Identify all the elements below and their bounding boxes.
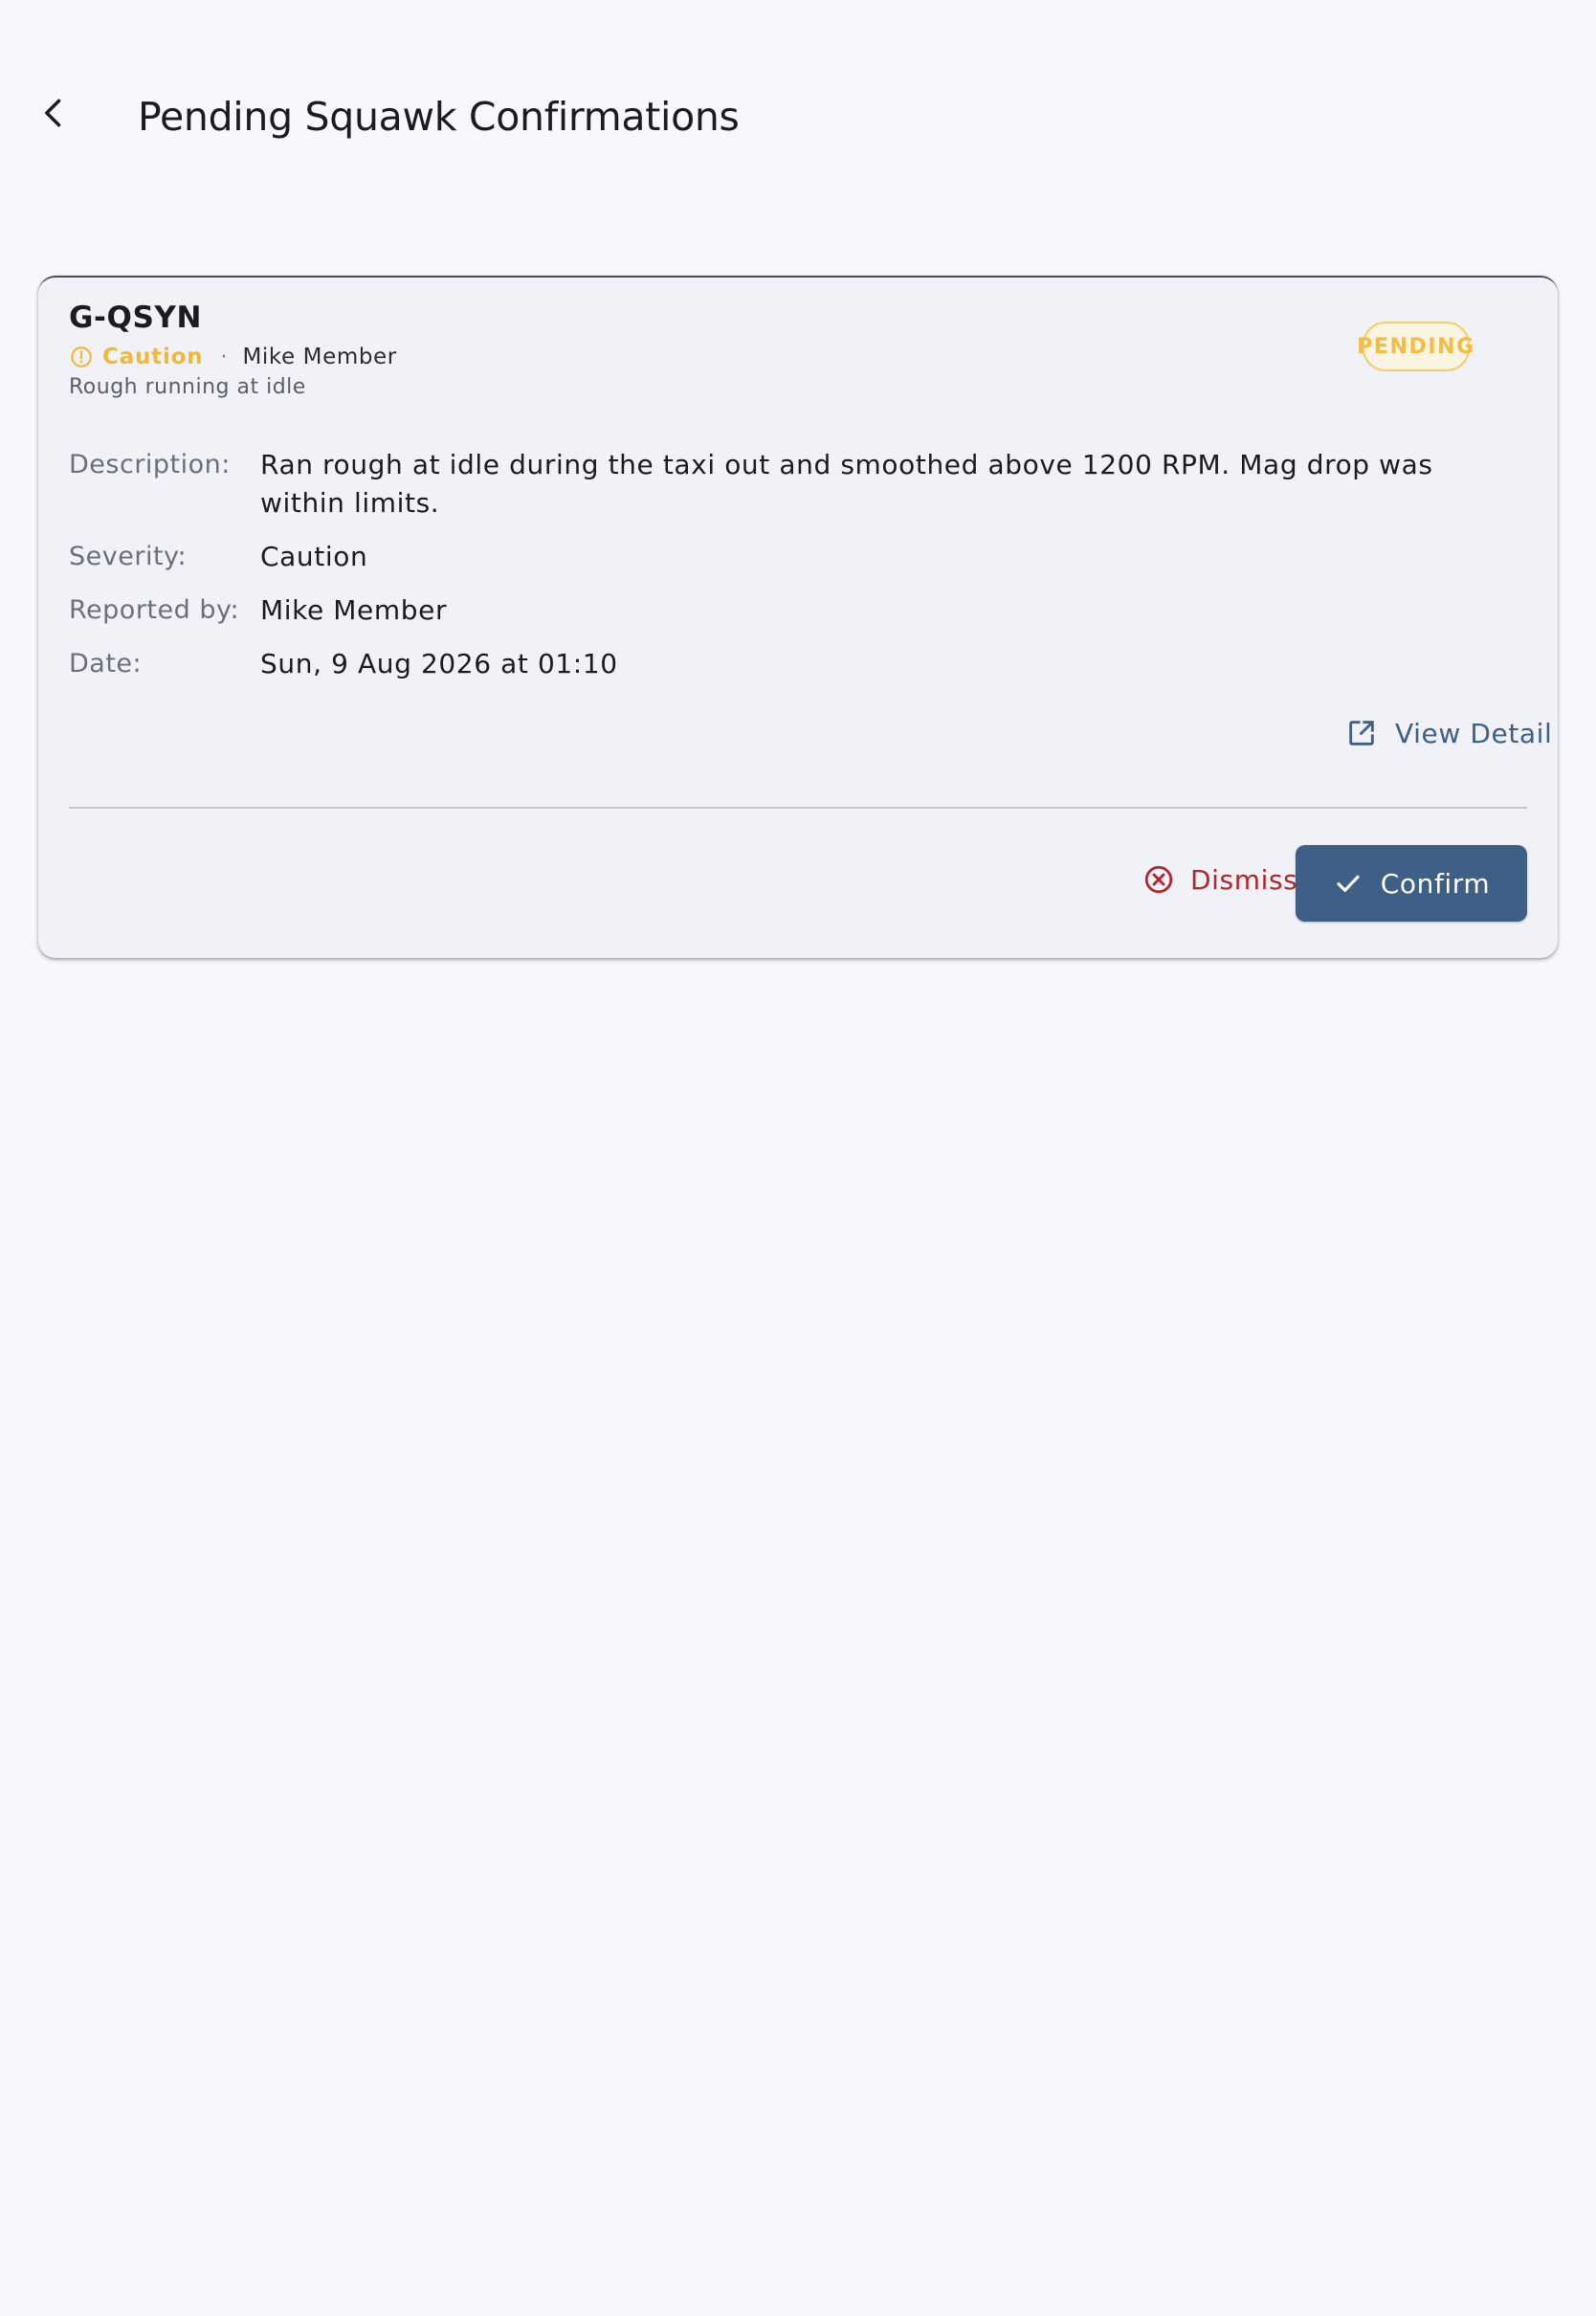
caution-circle-icon [69, 345, 94, 369]
severity-label: Caution [102, 345, 204, 369]
squawk-card: G-QSYN Caution · Mike Member Rough runni… [38, 276, 1558, 958]
confirm-label: Confirm [1380, 867, 1491, 900]
detail-value: Caution [260, 541, 368, 572]
meta-separator: · [220, 345, 228, 369]
detail-label: Severity: [69, 542, 188, 571]
open-in-new-icon [1349, 721, 1374, 746]
page-title: Pending Squawk Confirmations [138, 94, 740, 140]
confirm-button[interactable]: Confirm [1296, 845, 1527, 922]
detail-label: Date: [69, 649, 143, 679]
detail-value: Mike Member [260, 594, 448, 626]
status-badge: PENDING [1357, 322, 1474, 371]
squawk-summary: Rough running at idle [69, 375, 306, 399]
chevron-left-icon [45, 99, 61, 127]
view-detail-label: View Detail [1395, 717, 1553, 749]
detail-value: Ran rough at idle during the taxi out an… [260, 449, 1433, 519]
detail-label: Description: [69, 450, 231, 479]
aircraft-registration: G-QSYN [69, 301, 202, 335]
cancel-circle-icon [1144, 865, 1173, 894]
detail-row-date: Date: Sun, 9 Aug 2026 at 01:10 [69, 645, 1533, 683]
reporter-name: Mike Member [242, 345, 397, 369]
back-button[interactable] [17, 77, 90, 149]
check-icon [1337, 875, 1360, 892]
detail-row-severity: Severity: Caution [69, 538, 1533, 576]
squawk-details: Description: Ran rough at idle during th… [69, 446, 1533, 699]
detail-label: Reported by: [69, 595, 240, 625]
app-bar: Pending Squawk Confirmations [0, 0, 1596, 230]
card-divider [69, 807, 1527, 809]
squawk-meta: Caution · Mike Member [69, 341, 397, 373]
detail-value: Sun, 9 Aug 2026 at 01:10 [260, 648, 618, 679]
dismiss-button[interactable]: Dismiss [1123, 846, 1317, 913]
detail-row-description: Description: Ran rough at idle during th… [69, 446, 1533, 523]
detail-row-reporter: Reported by: Mike Member [69, 591, 1533, 630]
view-detail-button[interactable]: View Detail [1326, 704, 1571, 762]
dismiss-label: Dismiss [1190, 863, 1298, 896]
